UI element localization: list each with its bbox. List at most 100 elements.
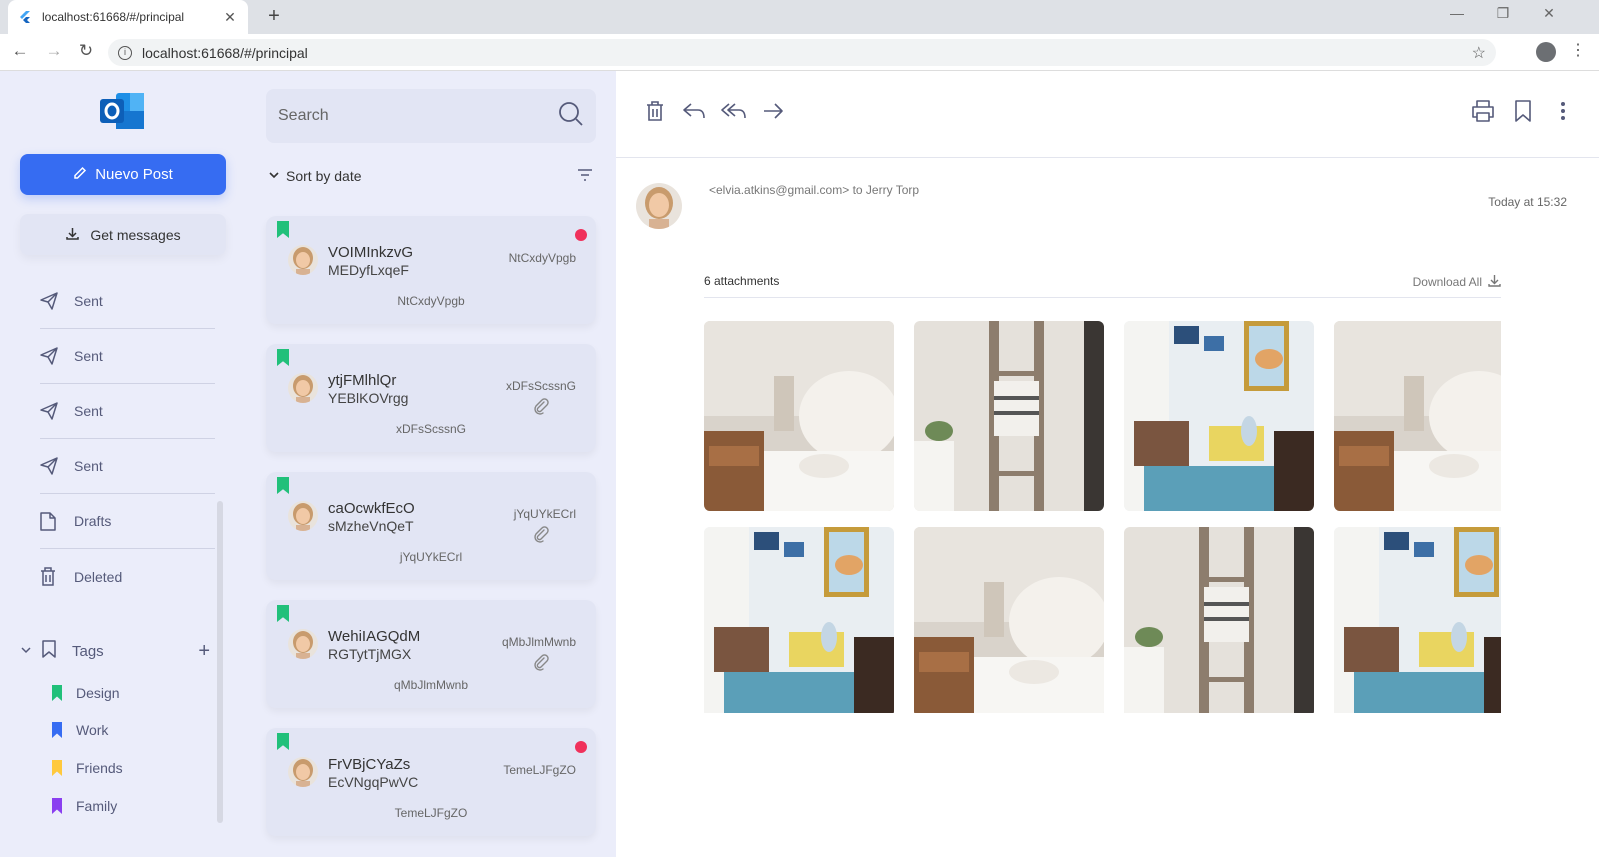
info-icon[interactable]: i [118,45,132,60]
tag-label: Family [76,798,118,814]
browser-menu-icon[interactable]: ⋮ [1570,40,1586,60]
avatar [288,629,318,659]
folder-sent-3[interactable]: Sent [40,384,215,439]
trash-icon [40,567,60,586]
message-sender: VOIMInkzvG [328,244,414,261]
sort-label: Sort by date [286,168,362,184]
browser-tab[interactable]: localhost:61668/#/principal ✕ [8,0,248,34]
tag-design[interactable]: Design [52,680,120,706]
outlook-logo-icon [100,89,146,133]
delete-icon[interactable] [640,96,670,126]
folder-label: Sent [74,348,103,364]
sidebar: Nuevo Post Get messages Sent Sent Sent S… [0,71,246,857]
tag-family[interactable]: Family [52,793,117,819]
bookmark-tag-icon [277,605,289,622]
folder-label: Sent [74,403,103,419]
forward-icon[interactable]: → [42,41,66,61]
paperclip-icon [532,653,550,671]
message-time: Today at 15:32 [1488,195,1567,209]
attachment-thumbnail-bedroom[interactable] [704,321,894,511]
message-card[interactable]: caOcwkfEcO sMzheVnQeT jYqUYkECrl jYqUYkECrl [266,472,596,580]
message-card[interactable]: FrVBjCYaZs EcVNgqPwVC TemeLJFgZO TemeLJFgZO [266,728,596,836]
new-post-button[interactable]: Nuevo Post [20,154,226,195]
paperclip-icon [532,525,550,543]
avatar [288,373,318,403]
sidebar-scrollbar[interactable] [217,501,223,823]
address-bar: ← → ↻ i localhost:61668/#/principal ☆ ⋮ [0,34,1599,71]
minimize-icon[interactable]: — [1442,5,1472,21]
folder-drafts[interactable]: Drafts [40,494,215,549]
message-sender: FrVBjCYaZs [328,756,411,773]
bookmark-star-icon[interactable]: ☆ [1472,43,1486,63]
attachment-thumbnail-living-room[interactable] [1124,321,1314,511]
sort-control[interactable]: Sort by date [268,166,593,186]
reload-icon[interactable]: ↻ [74,41,98,61]
attachment-thumbnail-living-room[interactable] [1334,527,1501,713]
bookmark-tag-icon [277,733,289,750]
chevron-down-icon [20,643,36,660]
bookmark-tag-icon [277,477,289,494]
message-meta: xDFsScssnG [505,379,576,393]
message-preview: xDFsScssnG [395,422,466,436]
message-list-pane: Search Sort by date VOIMInkzvG MEDyfLxqeF… [246,71,616,857]
new-tab-icon[interactable]: + [262,5,286,28]
pencil-icon [73,166,87,184]
filter-icon[interactable] [577,168,593,184]
attachment-thumbnail-living-room[interactable] [704,527,894,713]
mail-app: Nuevo Post Get messages Sent Sent Sent S… [0,71,1599,857]
print-icon[interactable] [1468,96,1498,126]
attachments-count: 6 attachments [704,274,780,288]
tags-header[interactable]: Tags + [20,636,210,666]
folder-label: Sent [74,458,103,474]
reply-all-icon[interactable] [719,96,749,126]
tab-title: localhost:61668/#/principal [42,10,185,24]
get-messages-button[interactable]: Get messages [20,214,226,255]
reply-icon[interactable] [679,96,709,126]
folder-sent-2[interactable]: Sent [40,329,215,384]
message-card[interactable]: VOIMInkzvG MEDyfLxqeF NtCxdyVpgb NtCxdyVpgb [266,216,596,324]
folder-label: Sent [74,293,103,309]
chevron-down-icon [268,168,280,184]
tag-friends[interactable]: Friends [52,755,123,781]
message-sender: ytjFMlhlQr [328,372,397,389]
download-all-label: Download All [1412,275,1482,289]
profile-icon[interactable] [1536,42,1556,62]
folder-deleted[interactable]: Deleted [40,549,215,604]
sender-line: <elvia.atkins@gmail.com> to Jerry Torp [709,183,920,197]
send-icon [40,457,60,475]
folder-label: Drafts [74,513,112,529]
message-meta: jYqUYkECrl [513,507,576,521]
message-card[interactable]: ytjFMlhlQr YEBlKOVrgg xDFsScssnG xDFsScssnG [266,344,596,452]
tag-label: Design [76,685,120,701]
message-subject: EcVNgqPwVC [328,774,419,790]
search-input[interactable]: Search [266,89,596,143]
message-sender: caOcwkfEcO [328,500,415,517]
close-tab-icon[interactable]: ✕ [222,9,238,26]
attachment-thumbnail-ladder[interactable] [1124,527,1314,713]
attachment-thumbnail-bedroom[interactable] [1334,321,1501,511]
add-tag-icon[interactable]: + [198,640,210,663]
download-all-button[interactable]: Download All [1413,274,1501,290]
forward-icon[interactable] [758,96,788,126]
attachment-thumbnail-ladder[interactable] [914,321,1104,511]
tag-flag-icon [52,798,62,814]
bookmark-tag-icon [277,221,289,238]
message-subject: YEBlKOVrgg [328,390,409,406]
tag-label: Friends [76,760,123,776]
more-options-icon[interactable] [1548,96,1578,126]
bookmark-icon[interactable] [1508,96,1538,126]
url-field[interactable]: i localhost:61668/#/principal ☆ [108,39,1496,66]
attachments-header: 6 attachments Download All [704,274,1501,298]
new-post-label: Nuevo Post [95,166,173,183]
close-window-icon[interactable]: ✕ [1534,5,1564,22]
restore-icon[interactable]: ❐ [1488,5,1518,22]
message-meta: TemeLJFgZO [503,763,576,777]
folder-sent-4[interactable]: Sent [40,439,215,494]
tag-work[interactable]: Work [52,717,108,743]
attachment-thumbnail-bedroom[interactable] [914,527,1104,713]
message-card[interactable]: WehiIAGQdM RGTytTjMGX qMbJlmMwnb qMbJlmMwnb [266,600,596,708]
search-icon[interactable] [558,101,584,132]
back-icon[interactable]: ← [8,41,32,61]
folder-sent-1[interactable]: Sent [40,274,215,329]
message-preview: jYqUYkECrl [399,550,463,564]
